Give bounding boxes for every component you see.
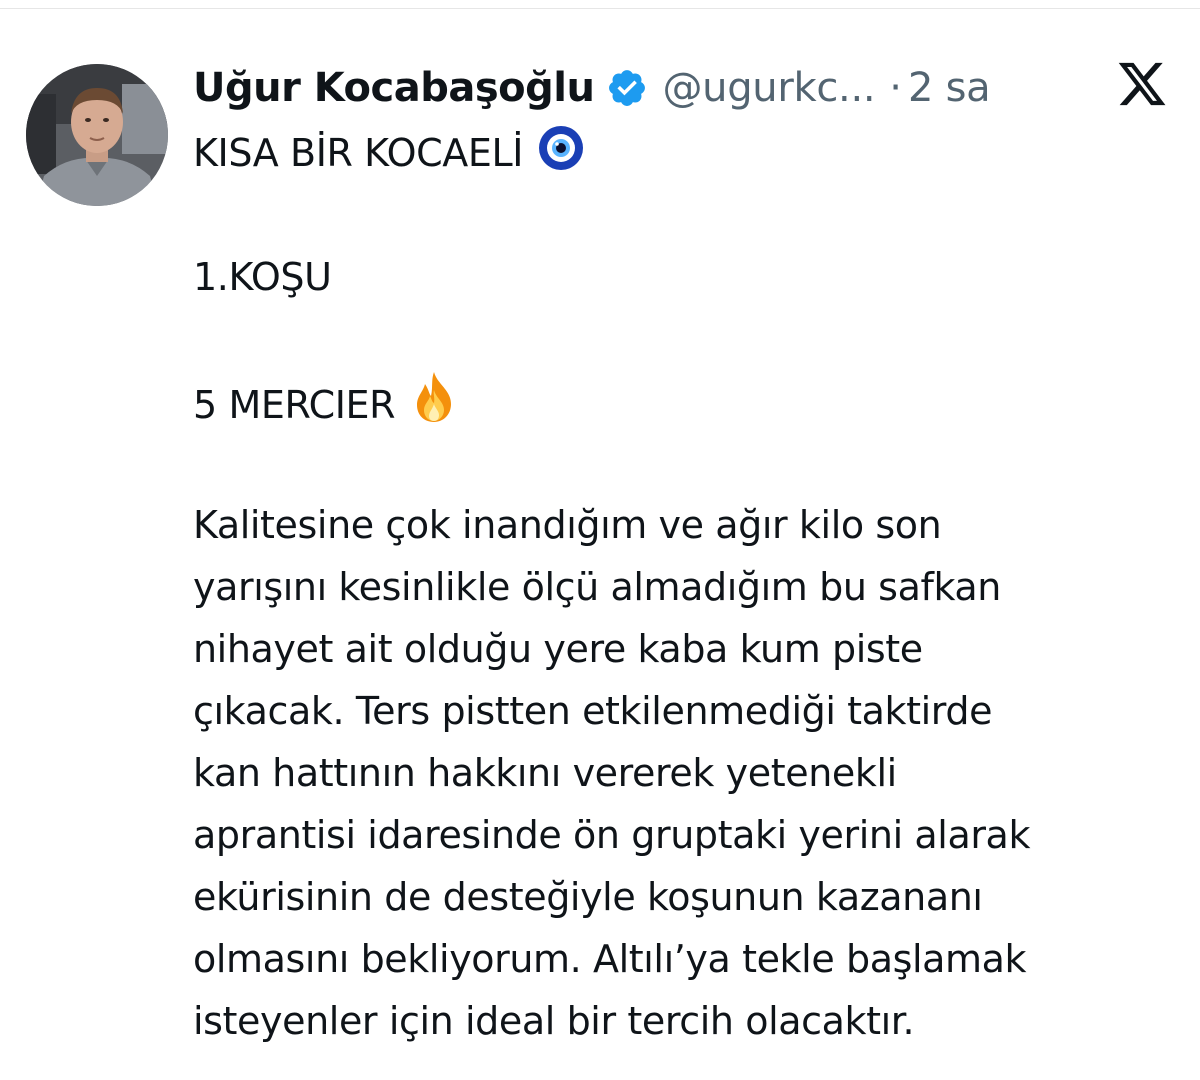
tweet-text: KISA BİR KOCAELİ 1.KOŞU 5 MERCIER Kalite… <box>193 122 1173 1052</box>
headline-line: KISA BİR KOCAELİ <box>193 122 1173 184</box>
body-line: Kalitesine çok inandığım ve ağır kilo so… <box>193 503 942 547</box>
body-line: nihayet ait olduğu yere kaba kum piste <box>193 627 923 671</box>
body-line: çıkacak. Ters pistten etkilenmediği takt… <box>193 689 993 733</box>
author-name[interactable]: Uğur Kocabaşoğlu <box>193 65 595 111</box>
body-line: olmasını bekliyorum. Altılı’ya tekle baş… <box>193 937 1027 981</box>
fire-icon <box>409 370 459 442</box>
tweet-timestamp[interactable]: 2 sa <box>908 65 991 111</box>
verified-badge-icon <box>606 67 648 109</box>
body-line: kan hattının hakkını vererek yetenekli <box>193 751 897 795</box>
author-handle[interactable]: @ugurkc... <box>662 65 875 111</box>
tweet-header: Uğur Kocabaşoğlu @ugurkc... · 2 sa <box>193 62 991 114</box>
header-separator: · <box>889 65 903 111</box>
body-line: yarışını kesinlikle ölçü almadığım bu sa… <box>193 565 1001 609</box>
body-line: isteyenler için ideal bir tercih olacakt… <box>193 999 915 1043</box>
pick-line: 5 MERCIER <box>193 370 1173 432</box>
race-line: 1.KOŞU <box>193 255 332 299</box>
body-line: ekürisinin de desteğiyle koşunun kazanan… <box>193 875 983 919</box>
avatar-photo <box>26 64 168 206</box>
author-avatar[interactable] <box>26 64 168 206</box>
pick-text: 5 MERCIER <box>193 383 396 427</box>
x-logo-icon[interactable] <box>1116 58 1168 110</box>
top-divider <box>0 8 1200 9</box>
headline-text: KISA BİR KOCAELİ <box>193 131 524 175</box>
nazar-boncugu-icon <box>537 124 585 190</box>
body-line: aprantisi idaresinde ön gruptaki yerini … <box>193 813 1031 857</box>
